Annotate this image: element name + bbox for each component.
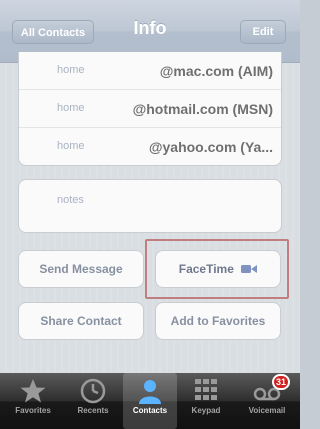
tab-label: Voicemail: [248, 406, 286, 415]
keypad-icon: [195, 379, 217, 400]
tab-favorites[interactable]: Favorites: [6, 373, 60, 429]
tab-label: Favorites: [15, 406, 51, 415]
person-icon: [139, 380, 161, 404]
add-to-favorites-label: Add to Favorites: [170, 314, 266, 328]
star-icon: [20, 379, 46, 403]
tab-contacts[interactable]: Contacts: [123, 373, 177, 429]
email-value: @mac.com (AIM): [159, 63, 273, 79]
share-contact-label: Share Contact: [40, 314, 122, 328]
email-value: @yahoo.com (Ya...: [148, 139, 273, 155]
email-label: home: [57, 102, 85, 114]
highlight-box: [145, 239, 289, 299]
voicemail-badge: 31: [272, 374, 291, 390]
email-label: home: [57, 140, 85, 152]
email-row[interactable]: home @yahoo.com (Ya...: [19, 127, 281, 166]
edit-button[interactable]: Edit: [240, 20, 286, 44]
page-title: Info: [133, 18, 167, 38]
email-row[interactable]: home @mac.com (AIM): [19, 52, 281, 90]
all-contacts-back-button[interactable]: All Contacts: [12, 20, 94, 44]
tab-label: Keypad: [191, 406, 221, 415]
tab-recents[interactable]: Recents: [66, 373, 120, 429]
tab-label: Recents: [77, 406, 109, 415]
tab-label: Contacts: [132, 406, 168, 415]
email-row[interactable]: home @hotmail.com (MSN): [19, 89, 281, 128]
send-message-button[interactable]: Send Message: [18, 250, 144, 288]
clock-icon: [80, 378, 106, 404]
tab-bar: Favorites Recents Contacts Keypad 31 Voi…: [0, 373, 300, 429]
email-list: home @mac.com (AIM) home @hotmail.com (M…: [18, 52, 282, 166]
notes-label: notes: [57, 194, 84, 206]
contact-info-screen: All Contacts Info Edit home @mac.com (AI…: [0, 0, 300, 429]
tab-voicemail[interactable]: 31 Voicemail: [240, 373, 294, 429]
send-message-label: Send Message: [39, 262, 123, 276]
share-contact-button[interactable]: Share Contact: [18, 302, 144, 340]
notes-field[interactable]: notes: [18, 179, 282, 233]
email-label: home: [57, 64, 85, 76]
tab-keypad[interactable]: Keypad: [179, 373, 233, 429]
email-value: @hotmail.com (MSN): [132, 101, 273, 117]
add-to-favorites-button[interactable]: Add to Favorites: [155, 302, 281, 340]
